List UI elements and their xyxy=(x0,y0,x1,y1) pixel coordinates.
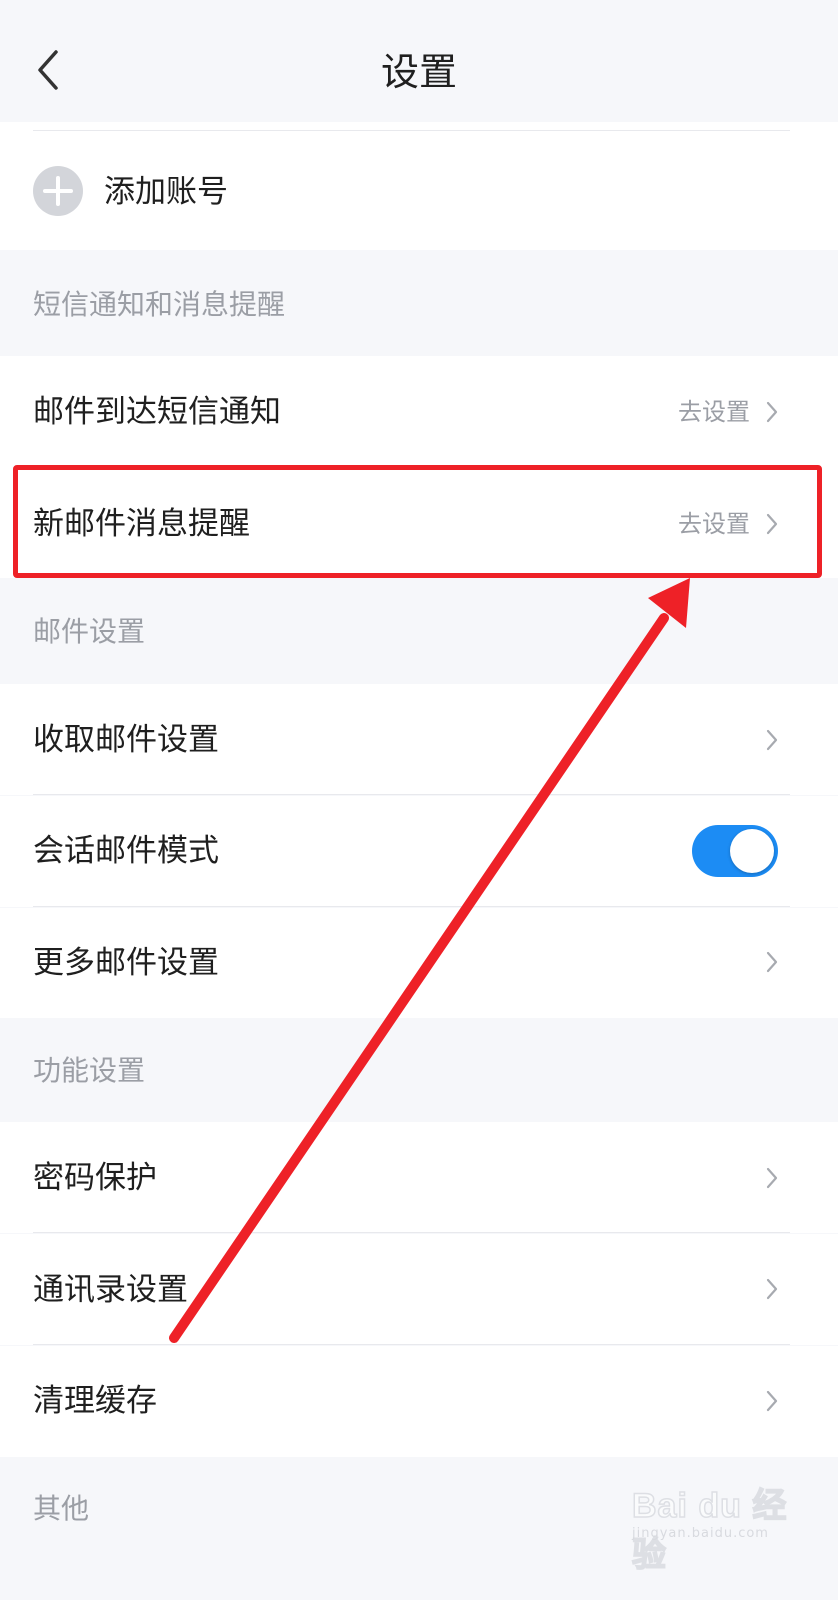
page-title: 设置 xyxy=(380,50,457,94)
section-title-mail: 邮件设置 xyxy=(33,615,146,648)
sms-notify-value: 去设置 xyxy=(678,398,750,426)
plus-icon xyxy=(43,176,73,206)
clear-cache-label: 清理缓存 xyxy=(33,1383,157,1419)
password-protection-row[interactable]: 密码保护 xyxy=(0,1122,838,1233)
sms-notify-row[interactable]: 邮件到达短信通知 去设置 xyxy=(0,356,838,466)
divider xyxy=(33,1232,790,1233)
chevron-right-icon xyxy=(766,1278,778,1300)
clear-cache-row[interactable]: 清理缓存 xyxy=(0,1346,838,1457)
toggle-knob xyxy=(730,829,774,873)
fetch-mail-settings-label: 收取邮件设置 xyxy=(33,722,219,758)
chevron-right-icon xyxy=(766,401,778,423)
section-title-sms: 短信通知和消息提醒 xyxy=(33,288,286,321)
sms-notify-label: 邮件到达短信通知 xyxy=(33,394,281,430)
add-account-button[interactable] xyxy=(33,166,83,216)
chevron-right-icon xyxy=(766,951,778,973)
header-bar: 设置 xyxy=(0,0,838,122)
more-mail-settings-label: 更多邮件设置 xyxy=(33,945,219,981)
divider xyxy=(33,794,790,795)
section-title-other: 其他 xyxy=(33,1492,90,1525)
fetch-mail-settings-row[interactable]: 收取邮件设置 xyxy=(0,684,838,795)
divider xyxy=(33,906,790,907)
baidu-jingyan-watermark: Bai du 经验 jingyan.baidu.com xyxy=(628,1470,788,1575)
more-mail-settings-row[interactable]: 更多邮件设置 xyxy=(0,908,838,1018)
contacts-settings-label: 通讯录设置 xyxy=(33,1272,188,1308)
divider xyxy=(33,130,790,131)
watermark-url-text: jingyan.baidu.com xyxy=(632,1526,769,1541)
chevron-right-icon xyxy=(766,513,778,535)
conversation-mode-toggle[interactable] xyxy=(692,825,778,877)
new-mail-reminder-row[interactable]: 新邮件消息提醒 去设置 xyxy=(0,466,838,578)
section-title-features: 功能设置 xyxy=(33,1054,146,1087)
chevron-right-icon xyxy=(766,1390,778,1412)
divider xyxy=(33,1344,790,1345)
new-mail-reminder-label: 新邮件消息提醒 xyxy=(33,506,250,542)
chevron-right-icon xyxy=(766,1167,778,1189)
contacts-settings-row[interactable]: 通讯录设置 xyxy=(0,1234,838,1345)
password-protection-label: 密码保护 xyxy=(33,1160,157,1196)
add-account-row[interactable]: 添加账号 xyxy=(0,122,838,250)
add-account-label: 添加账号 xyxy=(104,174,228,210)
chevron-right-icon xyxy=(766,729,778,751)
conversation-mode-label: 会话邮件模式 xyxy=(33,833,219,869)
new-mail-reminder-value: 去设置 xyxy=(678,510,750,538)
